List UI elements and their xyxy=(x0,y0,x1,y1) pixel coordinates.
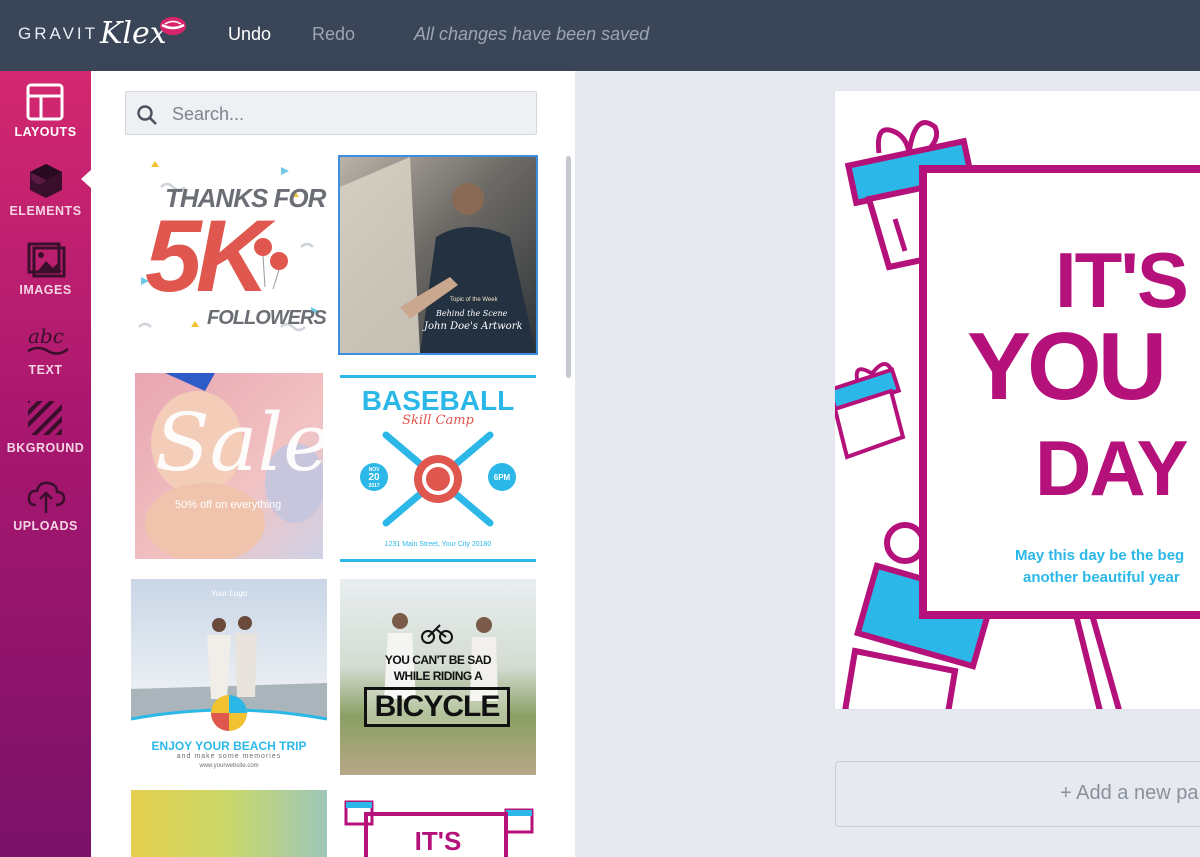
image-icon xyxy=(27,242,66,278)
svg-text:abc: abc xyxy=(28,324,64,348)
gift-icon xyxy=(835,362,906,460)
template-birthday[interactable]: IT'S xyxy=(340,790,536,857)
lips-logo-icon xyxy=(160,17,186,35)
panel-scrollbar[interactable] xyxy=(566,156,571,378)
undo-button[interactable]: Undo xyxy=(228,24,271,45)
sidebar-item-label: IMAGES xyxy=(19,283,72,297)
sidebar-item-text[interactable]: abc TEXT xyxy=(0,321,91,393)
brand-name: GRAVIT xyxy=(18,24,99,43)
sidebar-item-label: TEXT xyxy=(28,363,63,377)
template-sale[interactable]: Sale 50% off on everything xyxy=(135,373,323,559)
template-beach[interactable]: Your Logo ENJOY YOUR BEACH TRIP and make… xyxy=(131,579,327,775)
search-icon xyxy=(137,105,157,125)
template-artwork[interactable]: Topic of the Week Behind the Scene John … xyxy=(338,155,538,355)
template-baseball[interactable]: BASEBALL Skill Camp NOV 20 2017 6PM 1231… xyxy=(340,373,536,569)
pattern-icon xyxy=(28,401,62,435)
sidebar-item-label: UPLOADS xyxy=(13,519,78,533)
template-text: 20 xyxy=(368,472,380,483)
template-bicycle[interactable]: YOU CAN'T BE SAD WHILE RIDING A BICYCLE xyxy=(340,579,536,775)
sidebar: LAYOUTS ELEMENTS IMAGES abc TEXT BKGROUN… xyxy=(0,71,92,857)
brand-script: Klex xyxy=(100,16,167,51)
artboard-title-line1: IT'S xyxy=(1055,236,1189,324)
template-text: Behind the Scene xyxy=(436,309,508,318)
template-thanks-5k[interactable]: THANKS FOR 5K FOLLOWERS xyxy=(131,157,327,353)
template-text: Your Logo xyxy=(210,589,248,598)
template-text: 6PM xyxy=(493,473,511,482)
artboard-title-line2: YOU xyxy=(967,313,1167,420)
template-text: Topic of the Week xyxy=(450,297,498,303)
redo-button[interactable]: Redo xyxy=(312,24,355,45)
sidebar-item-layouts[interactable]: LAYOUTS xyxy=(0,83,91,155)
add-page-label: + Add a new pa xyxy=(1060,782,1199,804)
template-gradient[interactable] xyxy=(131,790,327,857)
artboard[interactable]: IT'S YOU DAY May this day be the beg ano… xyxy=(835,91,1200,709)
template-text: IT'S xyxy=(414,826,462,856)
template-text: Sale xyxy=(155,396,323,489)
template-text: 1231 Main Street, Your City 20180 xyxy=(384,541,492,548)
canvas-area: IT'S YOU DAY May this day be the beg ano… xyxy=(575,71,1200,857)
template-text: 2017 xyxy=(368,483,380,489)
template-text: YOU CAN'T BE SAD xyxy=(384,653,492,667)
sidebar-item-uploads[interactable]: UPLOADS xyxy=(0,477,91,549)
layouts-panel: THANKS FOR 5K FOLLOWERS Topic of the Wee… xyxy=(91,71,575,857)
template-text: WHILE RIDING A xyxy=(393,669,483,683)
template-text: and make some memories xyxy=(176,753,282,760)
text-icon: abc xyxy=(27,324,69,355)
top-bar: GRAVIT Klex Undo Redo All changes have b… xyxy=(0,0,1200,71)
sidebar-item-elements[interactable]: ELEMENTS xyxy=(0,162,91,234)
search-box xyxy=(125,91,537,135)
artboard-title-line3: DAY xyxy=(1035,424,1189,512)
template-text: FOLLOWERS xyxy=(207,307,327,329)
sidebar-item-label: LAYOUTS xyxy=(14,125,77,139)
template-text: www.yourwebsite.com xyxy=(199,763,259,769)
search-input[interactable] xyxy=(170,98,524,130)
sidebar-item-label: BKGROUND xyxy=(6,441,85,455)
cloud-upload-icon xyxy=(27,481,66,513)
artboard-subtitle: May this day be the beg xyxy=(1015,547,1185,564)
template-text: BICYCLE xyxy=(364,687,510,727)
artboard-subtitle: another beautiful year xyxy=(1023,569,1180,586)
template-text: ENJOY YOUR BEACH TRIP xyxy=(151,739,307,753)
layout-icon xyxy=(26,83,64,121)
sidebar-item-background[interactable]: BKGROUND xyxy=(0,399,91,471)
sidebar-item-images[interactable]: IMAGES xyxy=(0,241,91,313)
save-status: All changes have been saved xyxy=(414,24,650,44)
template-text: 50% off on everything xyxy=(175,499,282,511)
template-text: John Doe's Artwork xyxy=(424,321,523,332)
add-page-button[interactable]: + Add a new pa xyxy=(835,761,1200,827)
template-text: 5K xyxy=(145,199,269,313)
shapes-icon xyxy=(30,164,62,198)
sidebar-item-label: ELEMENTS xyxy=(9,204,82,218)
